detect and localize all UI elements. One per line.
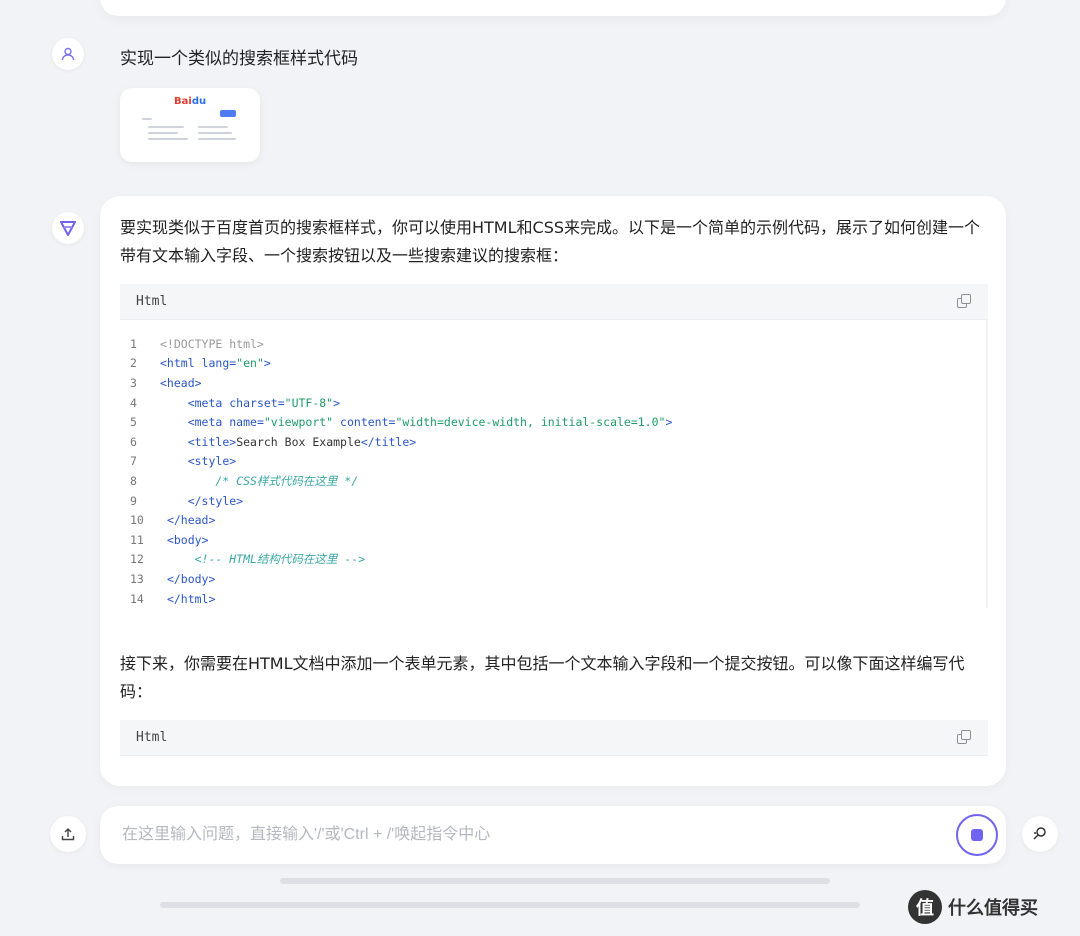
thumbnail-line	[142, 118, 152, 120]
previous-message-card	[100, 0, 1006, 16]
thumbnail-line	[148, 138, 188, 140]
code-text: <head>	[160, 375, 202, 390]
assistant-message-card: 要实现类似于百度首页的搜索框样式，你可以使用HTML和CSS来完成。以下是一个简…	[100, 196, 1006, 786]
line-number: 1	[130, 336, 137, 351]
code-line: 1 <!DOCTYPE html>	[120, 334, 986, 354]
upload-button[interactable]	[50, 816, 86, 852]
line-number: 3	[130, 375, 137, 390]
line-number: 9	[130, 493, 137, 508]
code-text: <body>	[166, 532, 209, 547]
line-number: 10	[130, 513, 144, 528]
thumbnail-line	[198, 126, 228, 128]
watermark-text: 什么值得买	[948, 898, 1038, 919]
attached-image-thumbnail[interactable]: Baidu	[120, 88, 260, 162]
code-line: 12 <!-- HTML结构代码在这里 -->	[120, 550, 986, 570]
assistant-avatar	[52, 212, 84, 244]
user-avatar	[52, 38, 84, 70]
line-number: 14	[130, 591, 144, 606]
thumbnail-logo: Baidu	[174, 96, 207, 107]
search-icon	[1033, 827, 1046, 840]
thumbnail-line	[148, 126, 184, 128]
thumbnail-line	[198, 138, 236, 140]
code-line: 6 <title>Search Box Example</title>	[120, 432, 986, 452]
line-number: 13	[130, 571, 144, 586]
stop-icon	[971, 829, 983, 841]
code-language-label: Html	[136, 730, 168, 745]
chat-input-box	[100, 806, 1006, 864]
line-number: 12	[130, 552, 144, 567]
line-number: 6	[130, 434, 137, 449]
code-block-header: Html	[120, 720, 988, 756]
code-text: </html>	[166, 591, 216, 606]
assistant-logo-icon	[60, 221, 76, 236]
code-line: 2 <html lang="en">	[120, 354, 986, 374]
thumbnail-line	[148, 132, 178, 134]
line-number: 4	[130, 395, 137, 410]
code-body: 1 <!DOCTYPE html> 2 <html lang="en"> 3 <head>…	[120, 320, 988, 609]
upload-icon	[61, 828, 75, 841]
code-line: 8 /* CSS样式代码在这里 */	[120, 471, 986, 491]
code-text: /* CSS样式代码在这里 */	[160, 473, 359, 488]
code-block: Html	[120, 720, 988, 786]
thumbnail-button	[220, 110, 236, 117]
code-text: <title>Search Box Example</title>	[187, 434, 417, 449]
footer-text	[280, 878, 830, 884]
thumbnail-line	[198, 132, 232, 134]
search-button[interactable]	[1022, 816, 1058, 852]
code-line: 11 <body>	[120, 530, 986, 550]
line-number: 11	[130, 532, 144, 547]
code-line: 9 </style>	[120, 491, 986, 511]
line-number: 2	[130, 356, 137, 371]
line-number: 7	[130, 454, 137, 469]
code-line: 13 </body>	[120, 569, 986, 589]
code-language-label: Html	[136, 294, 168, 309]
user-icon	[61, 47, 75, 61]
code-text: <style>	[187, 454, 237, 469]
user-message: 实现一个类似的搜索框样式代码	[120, 49, 358, 69]
code-text: <html lang="en">	[160, 356, 271, 371]
copy-icon[interactable]	[956, 729, 972, 746]
assistant-intro-text: 要实现类似于百度首页的搜索框样式，你可以使用HTML和CSS来完成。以下是一个简…	[120, 218, 981, 265]
code-line: 5 <meta name="viewport" content="width=d…	[120, 412, 986, 432]
code-line: 7 <style>	[120, 452, 986, 472]
copy-icon[interactable]	[956, 293, 972, 310]
code-line: 10 </head>	[120, 510, 986, 530]
line-number: 8	[130, 473, 137, 488]
code-block: Html 1 <!DOCTYPE html> 2 <html lang="en"> 3 <…	[120, 284, 988, 624]
code-text: <meta charset="UTF-8">	[187, 395, 341, 410]
assistant-followup-text: 接下来，你需要在HTML文档中添加一个表单元素，其中包括一个文本输入字段和一个提…	[120, 654, 965, 701]
watermark-logo: 值	[908, 890, 942, 924]
stop-generation-button[interactable]	[956, 814, 998, 856]
watermark: 值 什么值得买	[908, 890, 1038, 924]
code-text: </body>	[166, 571, 216, 586]
chat-input[interactable]	[122, 820, 922, 850]
code-text: </style>	[187, 493, 244, 508]
code-line: 3 <head>	[120, 373, 986, 393]
code-text: <!-- HTML结构代码在这里 -->	[160, 552, 366, 567]
code-text: <meta name="viewport" content="width=dev…	[187, 415, 673, 430]
code-text: <!DOCTYPE html>	[160, 336, 264, 351]
code-line: 14 </html>	[120, 589, 986, 609]
footer-text	[160, 902, 860, 908]
code-line: 4 <meta charset="UTF-8">	[120, 393, 986, 413]
line-number: 5	[130, 415, 137, 430]
code-text: </head>	[166, 513, 216, 528]
code-block-header: Html	[120, 284, 988, 320]
